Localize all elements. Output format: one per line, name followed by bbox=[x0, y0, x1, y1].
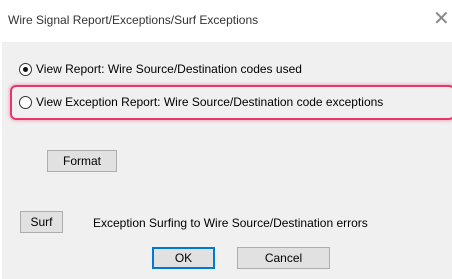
dialog-window: Wire Signal Report/Exceptions/Surf Excep… bbox=[0, 0, 452, 279]
dialog-title: Wire Signal Report/Exceptions/Surf Excep… bbox=[8, 13, 259, 27]
surf-description: Exception Surfing to Wire Source/Destina… bbox=[93, 216, 368, 230]
cancel-button[interactable]: Cancel bbox=[237, 247, 330, 269]
view-report-option[interactable]: View Report: Wire Source/Destination cod… bbox=[19, 60, 302, 78]
view-exception-report-option[interactable]: View Exception Report: Wire Source/Desti… bbox=[19, 93, 383, 111]
title-bar: Wire Signal Report/Exceptions/Surf Excep… bbox=[0, 0, 452, 42]
window-edge bbox=[0, 0, 2, 279]
format-button[interactable]: Format bbox=[47, 150, 117, 172]
view-report-radio[interactable] bbox=[19, 62, 32, 76]
ok-button[interactable]: OK bbox=[152, 247, 215, 269]
view-report-label[interactable]: View Report: Wire Source/Destination cod… bbox=[36, 62, 302, 76]
view-exception-report-radio[interactable] bbox=[19, 95, 32, 109]
close-icon[interactable]: ✕ bbox=[433, 8, 450, 30]
view-exception-report-label[interactable]: View Exception Report: Wire Source/Desti… bbox=[36, 95, 383, 109]
surf-button[interactable]: Surf bbox=[20, 211, 63, 233]
